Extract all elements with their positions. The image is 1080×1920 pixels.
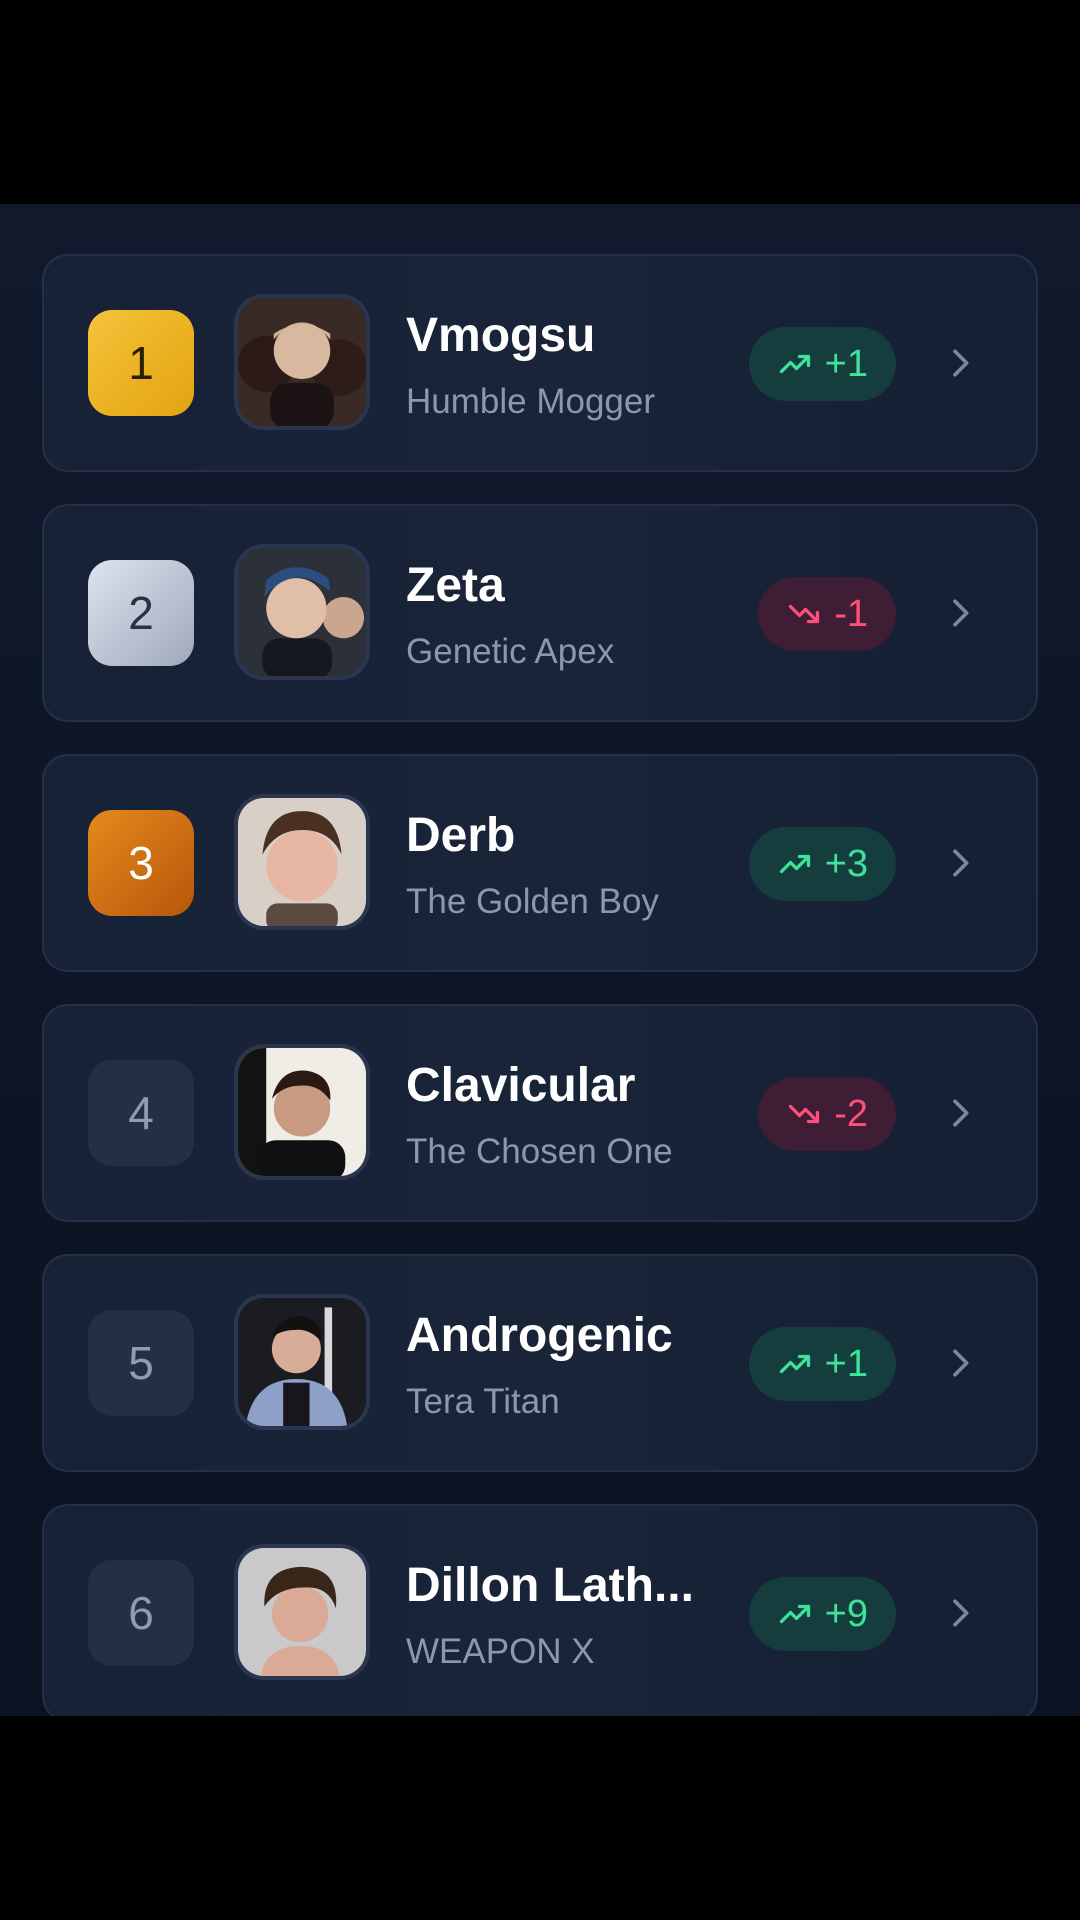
- rank-change-badge: +1: [748, 1327, 896, 1401]
- rank-change-value: -1: [834, 592, 868, 635]
- rank-change-value: +9: [824, 1592, 868, 1635]
- chevron-right-icon[interactable]: [940, 1093, 980, 1133]
- rank-badge: 6: [88, 1560, 194, 1666]
- leaderboard-row[interactable]: 2 Zeta Genetic Apex -1: [42, 504, 1038, 722]
- leaderboard-row[interactable]: 5 Androgenic Tera Titan +1: [42, 1254, 1038, 1472]
- player-name: Clavicular: [406, 1059, 636, 1112]
- rank-change-badge: +3: [748, 827, 896, 901]
- rank-badge: 3: [88, 810, 194, 916]
- rank-badge: 4: [88, 1060, 194, 1166]
- avatar-photo-icon: [238, 1048, 366, 1176]
- avatar: [234, 1044, 370, 1180]
- player-title: Genetic Apex: [406, 632, 615, 671]
- rank-change-value: -2: [834, 1092, 868, 1135]
- avatar: [234, 544, 370, 680]
- trending-up-icon: [779, 1354, 810, 1374]
- rank-change-badge: +9: [748, 1577, 896, 1651]
- avatar: [234, 1544, 370, 1680]
- avatar-photo-icon: [238, 798, 366, 926]
- chevron-right-icon[interactable]: [940, 593, 980, 633]
- leaderboard-row[interactable]: 3 Derb The Golden Boy +3: [42, 754, 1038, 972]
- rank-change-badge: -2: [758, 1077, 896, 1151]
- trending-up-icon: [779, 1604, 810, 1624]
- player-title: Tera Titan: [406, 1382, 560, 1421]
- rank-badge: 1: [88, 310, 194, 416]
- chevron-right-icon[interactable]: [940, 1343, 980, 1383]
- player-title: The Golden Boy: [406, 882, 659, 921]
- rank-change-badge: -1: [758, 577, 896, 651]
- player-title: The Chosen One: [406, 1132, 673, 1171]
- avatar-photo-icon: [238, 548, 366, 676]
- leaderboard-row[interactable]: 4 Clavicular The Chosen One -2: [42, 1004, 1038, 1222]
- avatar: [234, 294, 370, 430]
- trending-up-icon: [779, 854, 810, 874]
- player-name: Zeta: [406, 559, 505, 612]
- rank-change-value: +1: [824, 342, 868, 385]
- leaderboard-list: 1 Vmogsu Humble Mogger +1 2 Zeta Genetic…: [42, 254, 1038, 1716]
- trending-up-icon: [779, 354, 810, 374]
- player-name: Vmogsu: [406, 309, 596, 362]
- rank-change-value: +1: [824, 1342, 868, 1385]
- rank-change-badge: +1: [748, 327, 896, 401]
- rank-badge: 2: [88, 560, 194, 666]
- player-name: Androgenic: [406, 1309, 673, 1362]
- chevron-right-icon[interactable]: [940, 343, 980, 383]
- leaderboard-row[interactable]: 1 Vmogsu Humble Mogger +1: [42, 254, 1038, 472]
- player-name: Derb: [406, 809, 516, 862]
- player-name: Dillon Lath...: [406, 1559, 694, 1612]
- leaderboard-row[interactable]: 6 Dillon Lath... WEAPON X +9: [42, 1504, 1038, 1716]
- avatar: [234, 1294, 370, 1430]
- leaderboard-screen: 1 Vmogsu Humble Mogger +1 2 Zeta Genetic…: [0, 204, 1080, 1716]
- player-title: Humble Mogger: [406, 382, 655, 421]
- chevron-right-icon[interactable]: [940, 843, 980, 883]
- avatar-photo-icon: [238, 1548, 366, 1676]
- player-title: WEAPON X: [406, 1632, 595, 1671]
- trending-down-icon: [789, 1104, 820, 1124]
- chevron-right-icon[interactable]: [940, 1593, 980, 1633]
- avatar-photo-icon: [238, 1298, 366, 1426]
- rank-badge: 5: [88, 1310, 194, 1416]
- trending-down-icon: [789, 604, 820, 624]
- rank-change-value: +3: [824, 842, 868, 885]
- avatar-photo-icon: [238, 298, 366, 426]
- avatar: [234, 794, 370, 930]
